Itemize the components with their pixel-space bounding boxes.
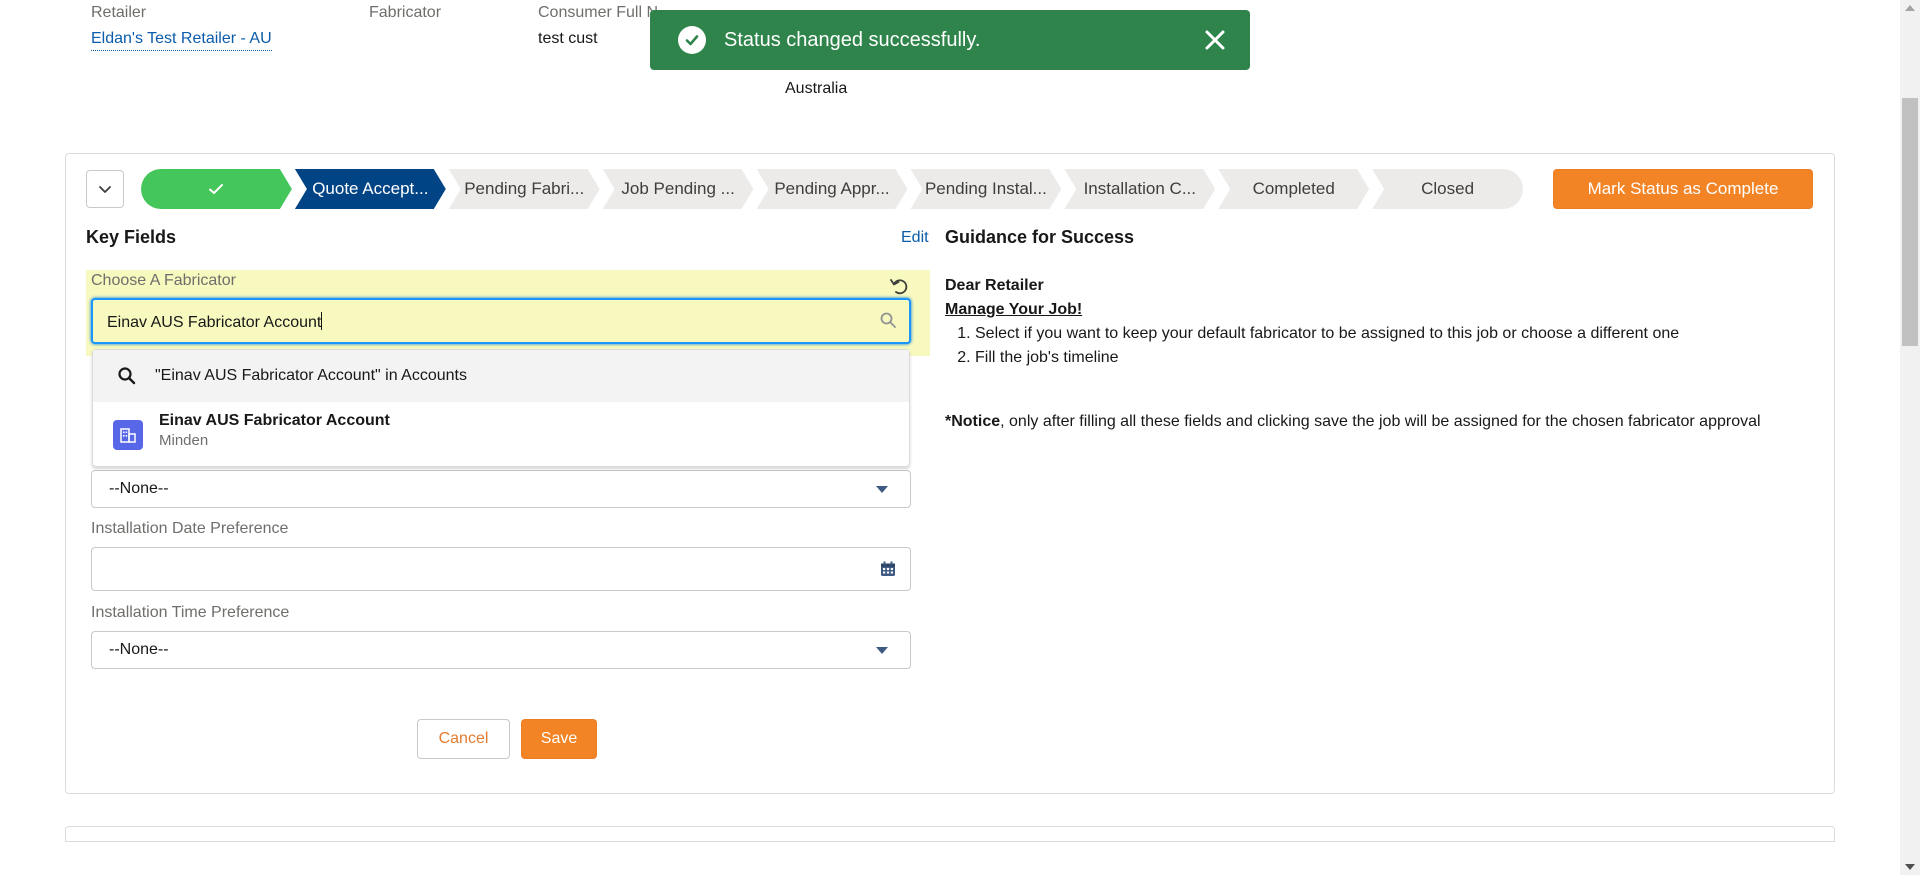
lookup-value: Einav AUS Fabricator Account [107, 314, 322, 331]
guidance-step: Fill the job's timeline [975, 346, 1805, 370]
success-toast: Status changed successfully. [650, 10, 1250, 70]
guidance-steps: Select if you want to keep your default … [975, 322, 1805, 370]
edit-link[interactable]: Edit [901, 229, 929, 247]
scrollbar-thumb[interactable] [1902, 98, 1918, 346]
chevron-down-icon [876, 647, 888, 654]
fabricator-lookup-input[interactable]: Einav AUS Fabricator Account [91, 298, 911, 344]
guidance-greeting: Dear Retailer [945, 277, 1044, 294]
key-fields-title: Key Fields [86, 227, 177, 247]
path-stage-installation-complete[interactable]: Installation C... [1064, 169, 1215, 209]
result-subtitle: Minden [159, 432, 209, 449]
address-country: Australia [785, 80, 848, 97]
result-name: Einav AUS Fabricator Account [159, 412, 390, 429]
path-stage-pending-installation[interactable]: Pending Instal... [910, 169, 1061, 209]
success-icon [678, 26, 706, 54]
page-scrollbar[interactable] [1900, 0, 1920, 875]
check-icon [207, 180, 225, 198]
path-stage-completed[interactable]: Completed [1218, 169, 1369, 209]
lookup-result-item[interactable]: Einav AUS Fabricator Account Minden [93, 402, 909, 468]
guidance-subtitle: Manage Your Job! [945, 301, 1083, 318]
cancel-button[interactable]: Cancel [417, 719, 510, 759]
search-icon [879, 311, 897, 334]
next-card [65, 826, 1835, 842]
notice-text: , only after filling all these fields an… [1000, 413, 1761, 430]
path-stage-quote-accepted[interactable]: Quote Accept... [295, 169, 446, 209]
install-time-label: Installation Time Preference [91, 604, 290, 621]
retailer-label: Retailer [91, 4, 147, 21]
guidance-body: Dear Retailer Manage Your Job! Select if… [945, 274, 1805, 434]
close-icon[interactable] [1200, 25, 1230, 55]
consumer-value: test cust [538, 30, 598, 47]
guidance-notice: *Notice, only after filling all these fi… [945, 410, 1805, 434]
install-time-select[interactable]: --None-- [91, 631, 911, 669]
picklist-1-value: --None-- [109, 480, 169, 497]
notice-bold: *Notice [945, 413, 1001, 430]
mark-status-complete-button[interactable]: Mark Status as Complete [1553, 169, 1813, 209]
undo-icon[interactable] [888, 275, 910, 297]
save-button[interactable]: Save [521, 719, 597, 759]
path-stage-pending-approval[interactable]: Pending Appr... [757, 169, 908, 209]
scroll-down-arrow-icon[interactable] [1905, 864, 1915, 870]
search-in-accounts-option[interactable]: "Einav AUS Fabricator Account" in Accoun… [93, 350, 909, 402]
collapse-button[interactable] [86, 170, 124, 208]
guidance-title: Guidance for Success [945, 227, 1135, 247]
calendar-icon[interactable] [880, 561, 896, 582]
chevron-down-icon [876, 486, 888, 493]
lookup-dropdown: "Einav AUS Fabricator Account" in Accoun… [92, 349, 910, 467]
path-stage-pending-fabricator[interactable]: Pending Fabri... [449, 169, 600, 209]
search-in-accounts-text: "Einav AUS Fabricator Account" in Accoun… [155, 367, 467, 384]
path-stage-closed[interactable]: Closed [1372, 169, 1524, 209]
scroll-up-arrow-icon[interactable] [1905, 5, 1915, 11]
retailer-link[interactable]: Eldan's Test Retailer - AU [91, 30, 272, 51]
status-path: Quote Accept... Pending Fabri... Job Pen… [141, 169, 1524, 209]
install-date-input[interactable] [91, 547, 911, 591]
chevron-down-icon [99, 186, 111, 193]
picklist-select-1[interactable]: --None-- [91, 470, 911, 508]
install-time-value: --None-- [109, 641, 169, 658]
consumer-label: Consumer Full N [538, 4, 659, 21]
path-stage-job-pending[interactable]: Job Pending ... [603, 169, 754, 209]
account-icon [113, 420, 143, 450]
choose-fabricator-label: Choose A Fabricator [91, 272, 236, 289]
toast-message: Status changed successfully. [724, 28, 981, 51]
search-icon [117, 366, 137, 386]
guidance-step: Select if you want to keep your default … [975, 322, 1805, 346]
install-date-label: Installation Date Preference [91, 520, 289, 537]
path-stage-complete[interactable] [141, 169, 292, 209]
fabricator-label: Fabricator [369, 4, 442, 21]
